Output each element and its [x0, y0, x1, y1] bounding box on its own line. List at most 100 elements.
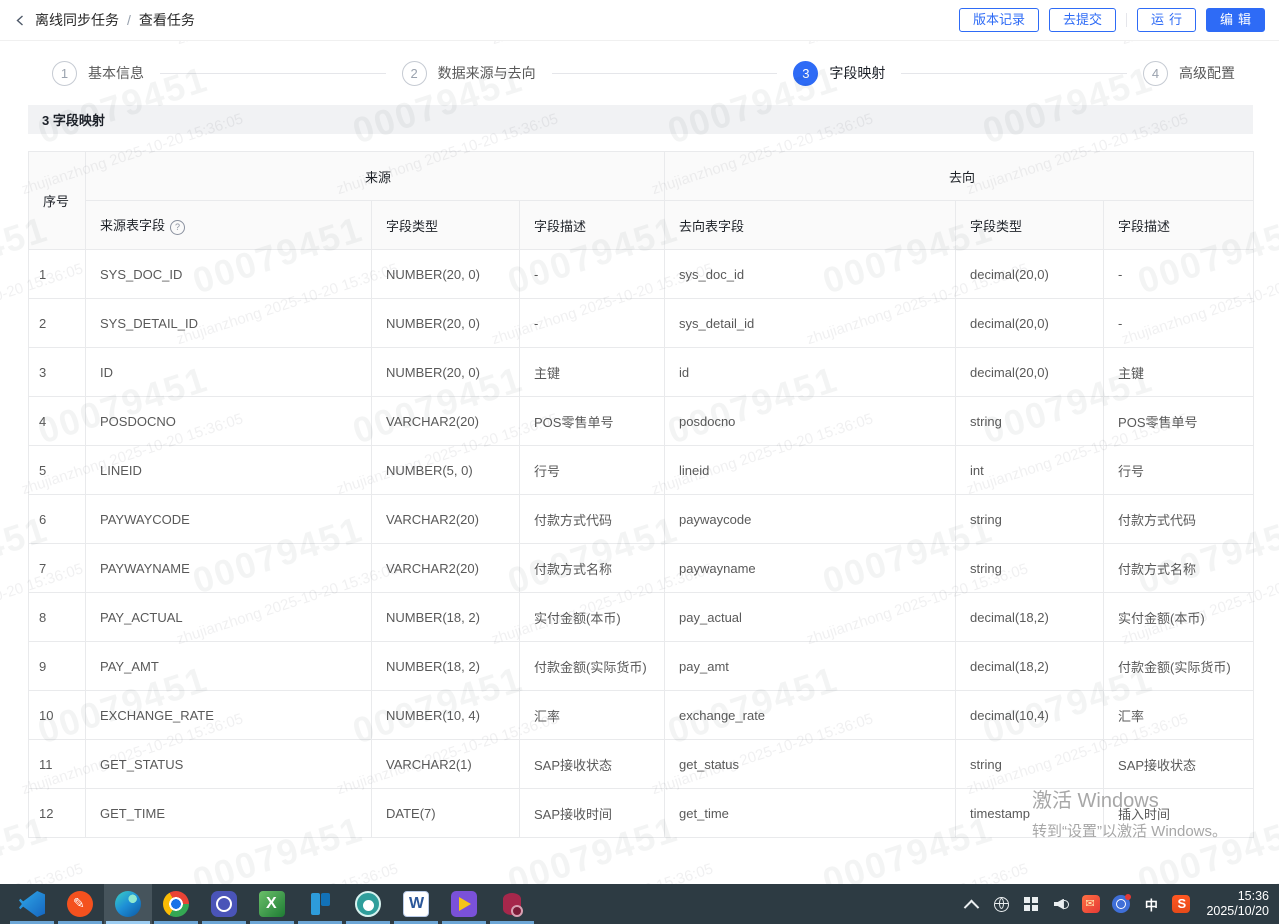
- action-button-3[interactable]: 编辑: [1206, 8, 1265, 32]
- mail-tray-icon: [1082, 895, 1100, 913]
- cell-target-field: id: [665, 348, 956, 397]
- header-target-type: 字段类型: [956, 201, 1104, 250]
- cell-seq: 11: [29, 740, 86, 789]
- taskbar-clock[interactable]: 15:36 2025/10/20: [1200, 884, 1279, 924]
- taskbar-app-blue-files-app[interactable]: [296, 884, 344, 924]
- help-icon[interactable]: ?: [170, 220, 185, 235]
- cell-target-desc: -: [1104, 250, 1254, 299]
- cell-seq: 8: [29, 593, 86, 642]
- taskbar-app-folder-app[interactable]: [440, 884, 488, 924]
- tray-windows-panes[interactable]: [1018, 884, 1044, 924]
- taskbar-app-edge[interactable]: [104, 884, 152, 924]
- cell-target-type: decimal(10,4): [956, 691, 1104, 740]
- step-circle: 2: [402, 61, 427, 86]
- breadcrumb-parent[interactable]: 离线同步任务: [35, 10, 119, 30]
- table-row: 6PAYWAYCODEVARCHAR2(20)付款方式代码paywaycodes…: [29, 495, 1254, 544]
- cell-source-type: NUMBER(5, 0): [372, 446, 520, 495]
- chrome-icon: [163, 891, 189, 917]
- pen-app-icon: [67, 891, 93, 917]
- cell-source-desc: 主键: [520, 348, 665, 397]
- tray-tray-chevron[interactable]: [958, 884, 984, 924]
- header-group-source: 来源: [86, 152, 665, 201]
- cell-source-field: PAYWAYNAME: [86, 544, 372, 593]
- sub-header-row: 来源表字段? 字段类型 字段描述 去向表字段 字段类型 字段描述: [29, 201, 1254, 250]
- cell-target-desc: 付款金额(实际货币): [1104, 642, 1254, 691]
- back-button[interactable]: [14, 14, 27, 27]
- tray-speaker[interactable]: [1048, 884, 1074, 924]
- action-button-2[interactable]: 运行: [1137, 8, 1196, 32]
- step-connector: [901, 73, 1127, 74]
- taskbar-app-word[interactable]: [392, 884, 440, 924]
- cell-source-type: DATE(7): [372, 789, 520, 838]
- taskbar-app-vscode[interactable]: [8, 884, 56, 924]
- tray-ime-language[interactable]: 中: [1138, 884, 1164, 924]
- table-row: 3IDNUMBER(20, 0)主键iddecimal(20,0)主键: [29, 348, 1254, 397]
- cell-target-type: string: [956, 495, 1104, 544]
- step-circle: 3: [793, 61, 818, 86]
- cell-source-desc: POS零售单号: [520, 397, 665, 446]
- taskbar-app-database-tool[interactable]: [488, 884, 536, 924]
- step-3[interactable]: 3字段映射: [793, 61, 885, 86]
- table-row: 12GET_TIMEDATE(7)SAP接收时间get_timetimestam…: [29, 789, 1254, 838]
- breadcrumb-current: 查看任务: [139, 10, 195, 30]
- cell-source-desc: -: [520, 250, 665, 299]
- breadcrumb-separator: /: [127, 12, 131, 28]
- cell-source-desc: 实付金额(本币): [520, 593, 665, 642]
- table-row: 5LINEIDNUMBER(5, 0)行号lineidint行号: [29, 446, 1254, 495]
- cell-target-field: pay_actual: [665, 593, 956, 642]
- cell-target-type: timestamp: [956, 789, 1104, 838]
- table-row: 11GET_STATUSVARCHAR2(1)SAP接收状态get_status…: [29, 740, 1254, 789]
- taskbar-app-excel[interactable]: [248, 884, 296, 924]
- watermark-user-line: zhujianzhong 2025-10-20 15:36:05: [174, 860, 400, 884]
- action-button-0[interactable]: 版本记录: [959, 8, 1039, 32]
- header-source-field-label: 来源表字段: [100, 218, 165, 233]
- cell-seq: 3: [29, 348, 86, 397]
- cell-target-type: string: [956, 397, 1104, 446]
- folder-app-icon: [451, 891, 477, 917]
- cell-target-field: lineid: [665, 446, 956, 495]
- cell-source-type: NUMBER(18, 2): [372, 642, 520, 691]
- chat-app-icon: [211, 891, 237, 917]
- cell-target-field: get_status: [665, 740, 956, 789]
- cell-source-type: VARCHAR2(20): [372, 397, 520, 446]
- system-tray: 中: [958, 884, 1200, 924]
- tray-notification-app[interactable]: [1108, 884, 1134, 924]
- header-seq: 序号: [29, 152, 86, 250]
- taskbar-app-pen-app[interactable]: [56, 884, 104, 924]
- table-row: 10EXCHANGE_RATENUMBER(10, 4)汇率exchange_r…: [29, 691, 1254, 740]
- cell-seq: 6: [29, 495, 86, 544]
- table-row: 2SYS_DETAIL_IDNUMBER(20, 0)-sys_detail_i…: [29, 299, 1254, 348]
- tray-network-globe[interactable]: [988, 884, 1014, 924]
- cell-target-field: sys_doc_id: [665, 250, 956, 299]
- taskbar-app-dog-db-app[interactable]: [344, 884, 392, 924]
- taskbar-app-chat-app[interactable]: [200, 884, 248, 924]
- cell-source-desc: 付款金额(实际货币): [520, 642, 665, 691]
- tray-sogou-input[interactable]: [1168, 884, 1194, 924]
- edge-icon: [115, 891, 141, 917]
- cell-source-type: VARCHAR2(20): [372, 544, 520, 593]
- taskbar-app-chrome[interactable]: [152, 884, 200, 924]
- step-2[interactable]: 2 数据来源与去向: [402, 61, 536, 86]
- database-tool-icon: [499, 891, 525, 917]
- cell-source-desc: 付款方式名称: [520, 544, 665, 593]
- cell-seq: 12: [29, 789, 86, 838]
- cell-target-type: string: [956, 544, 1104, 593]
- step-label: 数据来源与去向: [438, 63, 536, 83]
- breadcrumb: 离线同步任务 / 查看任务: [14, 10, 195, 30]
- cell-source-desc: 行号: [520, 446, 665, 495]
- watermark-user-line: zhujianzhong 2025-10-20 15:36:05: [1119, 860, 1279, 884]
- cell-target-desc: 插入时间: [1104, 789, 1254, 838]
- cell-source-field: ID: [86, 348, 372, 397]
- step-1[interactable]: 1基本信息: [52, 61, 144, 86]
- notification-app-icon: [1112, 895, 1130, 913]
- cell-target-type: decimal(18,2): [956, 642, 1104, 691]
- tray-mail-tray[interactable]: [1078, 884, 1104, 924]
- cell-source-type: NUMBER(20, 0): [372, 299, 520, 348]
- sogou-input-icon: [1172, 895, 1190, 913]
- dog-db-app-icon: [355, 891, 381, 917]
- cell-target-desc: -: [1104, 299, 1254, 348]
- header-source-field: 来源表字段?: [86, 201, 372, 250]
- step-4[interactable]: 4高级配置: [1143, 61, 1235, 86]
- action-button-1[interactable]: 去提交: [1049, 8, 1116, 32]
- header-target-desc: 字段描述: [1104, 201, 1254, 250]
